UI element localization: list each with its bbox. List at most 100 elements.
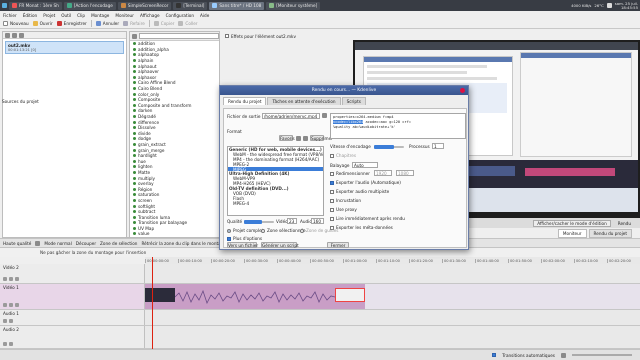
task-button[interactable]: FR Monat : 1ère Sh bbox=[9, 1, 62, 10]
chevron-down-icon[interactable] bbox=[35, 240, 41, 246]
format-list[interactable]: Generic (HD for web, mobile devices...) W… bbox=[227, 146, 324, 216]
favorites-button[interactable]: Favoris bbox=[279, 135, 295, 141]
embed-subtitles-checkbox[interactable] bbox=[330, 199, 334, 203]
volume-icon[interactable] bbox=[606, 3, 612, 8]
chapters-checkbox[interactable] bbox=[330, 154, 334, 158]
mute-icon[interactable] bbox=[3, 277, 7, 281]
create-profile-icon[interactable] bbox=[296, 136, 301, 141]
effects-enable-checkbox[interactable] bbox=[225, 34, 229, 38]
lock-icon[interactable] bbox=[9, 342, 13, 346]
full-project-radio[interactable] bbox=[227, 228, 231, 233]
scanning-select[interactable]: Auto bbox=[352, 162, 378, 168]
eye-icon[interactable] bbox=[15, 277, 19, 281]
task-button[interactable]: [Moniteur système] bbox=[266, 1, 321, 10]
menu-clip[interactable]: Clip bbox=[77, 13, 85, 18]
generate-script-button[interactable]: Générer un script bbox=[261, 242, 299, 248]
lock-icon[interactable] bbox=[9, 277, 13, 281]
selected-zone-option[interactable]: Zone sélectionnée bbox=[261, 228, 306, 233]
timeline-video-clip[interactable] bbox=[145, 284, 365, 309]
edit-mode-toggle[interactable]: Afficher/cacher le mode d'édition bbox=[533, 219, 611, 227]
task-button-active[interactable]: Sans titre* / HD 108 bbox=[209, 1, 265, 10]
play-after-checkbox[interactable] bbox=[330, 217, 334, 221]
tab-scripts[interactable]: Scripts bbox=[341, 97, 366, 105]
track-audio-2[interactable]: Audio 2 bbox=[0, 326, 640, 349]
effects-search-input[interactable] bbox=[139, 33, 219, 39]
edit-profile-icon[interactable] bbox=[303, 136, 308, 141]
menu-monitor[interactable]: Moniteur bbox=[115, 13, 134, 18]
menu-help[interactable]: Aide bbox=[200, 13, 209, 18]
menu-view[interactable]: Affichage bbox=[140, 13, 160, 18]
eye-icon[interactable] bbox=[15, 303, 19, 307]
zoom-slider[interactable] bbox=[572, 354, 632, 356]
mute-icon[interactable] bbox=[3, 319, 7, 323]
menu-icon[interactable] bbox=[2, 3, 7, 8]
zoom-icon[interactable] bbox=[561, 352, 566, 358]
track-video-2[interactable]: Vidéo 2 bbox=[0, 264, 640, 284]
close-button[interactable]: Fermer bbox=[327, 242, 349, 248]
export-audio-checkbox[interactable] bbox=[330, 181, 334, 185]
delete-profile-button[interactable]: Supprimer bbox=[310, 135, 333, 141]
folder-icon[interactable] bbox=[12, 32, 17, 38]
format-item[interactable]: MPEG-4 bbox=[228, 201, 323, 206]
split-button[interactable]: Découper bbox=[76, 241, 96, 246]
render-to-file-button[interactable]: Vers un fichier bbox=[227, 242, 258, 248]
tab-jobs-queue[interactable]: Tâches en attente d'exécution bbox=[267, 97, 341, 105]
task-button[interactable]: [Terminal] bbox=[173, 1, 208, 10]
selection-zone-button[interactable]: Zone de sélection bbox=[100, 241, 137, 246]
more-options-checkbox[interactable] bbox=[227, 236, 231, 241]
quality-slider[interactable] bbox=[244, 220, 274, 224]
menu-project[interactable]: Projet bbox=[43, 13, 55, 18]
processes-spinbox[interactable]: 1 bbox=[432, 143, 444, 149]
folder-icon[interactable] bbox=[322, 113, 327, 118]
paste-button[interactable]: Coller bbox=[178, 21, 198, 26]
export-multitrack-checkbox[interactable] bbox=[330, 190, 334, 194]
edit-mode-select[interactable]: Mode normal bbox=[44, 241, 71, 246]
add-clip-icon[interactable] bbox=[5, 32, 10, 38]
video-quality-field[interactable]: 23 bbox=[287, 218, 297, 224]
render-parameters[interactable]: properties=x264-medium f=mp4 vcodec=libx… bbox=[330, 113, 466, 139]
timeline-playhead[interactable] bbox=[152, 257, 153, 360]
menu-timeline[interactable]: Montage bbox=[91, 13, 109, 18]
open-button[interactable]: Ouvrir bbox=[32, 21, 53, 26]
auto-transitions-icon[interactable] bbox=[492, 353, 497, 357]
transition-item[interactable]: value bbox=[130, 231, 219, 237]
lock-icon[interactable] bbox=[9, 319, 13, 323]
copy-button[interactable]: Copier bbox=[153, 21, 174, 26]
encoder-speed-slider[interactable] bbox=[374, 145, 404, 149]
overwrite-zone-button[interactable]: Rétrécir la zone du clip dans le montage bbox=[141, 241, 226, 246]
track-height-select[interactable]: Haute qualité bbox=[3, 241, 31, 246]
redo-button[interactable]: Refaire bbox=[123, 21, 145, 26]
selected-zone-radio[interactable] bbox=[261, 228, 265, 233]
guides-zone-option[interactable]: Zone de guides bbox=[300, 228, 338, 233]
undo-button[interactable]: Annuler bbox=[95, 21, 119, 26]
more-options-option[interactable]: Plus d'options bbox=[227, 236, 262, 241]
full-project-option[interactable]: Projet complet bbox=[227, 228, 263, 233]
output-file-field[interactable]: /home/adrien/mervc.mp4 bbox=[262, 113, 320, 119]
tab-monitor[interactable]: Moniteur bbox=[557, 228, 587, 238]
track-audio-1[interactable]: Audio 1 bbox=[0, 310, 640, 326]
new-button[interactable]: Nouveau bbox=[3, 21, 29, 26]
filter-icon[interactable] bbox=[132, 33, 137, 39]
close-icon[interactable] bbox=[460, 88, 465, 93]
track-video-1[interactable]: Vidéo 1 bbox=[0, 284, 640, 310]
mute-icon[interactable] bbox=[3, 342, 7, 346]
resize-checkbox[interactable] bbox=[330, 172, 334, 176]
task-button[interactable]: SimpleScreenRecor bbox=[117, 1, 172, 10]
proxy-checkbox[interactable] bbox=[330, 208, 334, 212]
resize-height-field[interactable]: 1080 bbox=[396, 170, 414, 176]
menu-settings[interactable]: Configuration bbox=[166, 13, 194, 18]
resize-width-field[interactable]: 1920 bbox=[374, 170, 392, 176]
audio-bitrate-field[interactable]: 160 bbox=[311, 218, 324, 224]
render-button[interactable]: Rendu bbox=[615, 221, 634, 226]
list-view-icon[interactable] bbox=[19, 32, 24, 38]
menu-tool[interactable]: Outil bbox=[61, 13, 71, 18]
save-button[interactable]: Enregistrer bbox=[56, 21, 87, 26]
lock-icon[interactable] bbox=[9, 303, 13, 307]
task-button[interactable]: [Action l'encodage bbox=[63, 1, 116, 10]
bin-clip[interactable]: out2.mkv 00:01:13:21 [0] bbox=[5, 41, 124, 54]
menu-file[interactable]: Fichier bbox=[3, 13, 17, 18]
tab-project-render[interactable]: Rendu du projet bbox=[588, 228, 632, 238]
timeline-ruler[interactable]: 00:00:00:00 00:00:10:00 00:00:20:00 00:00:3… bbox=[145, 257, 640, 264]
mute-icon[interactable] bbox=[3, 303, 7, 307]
guides-zone-radio[interactable] bbox=[300, 228, 304, 233]
